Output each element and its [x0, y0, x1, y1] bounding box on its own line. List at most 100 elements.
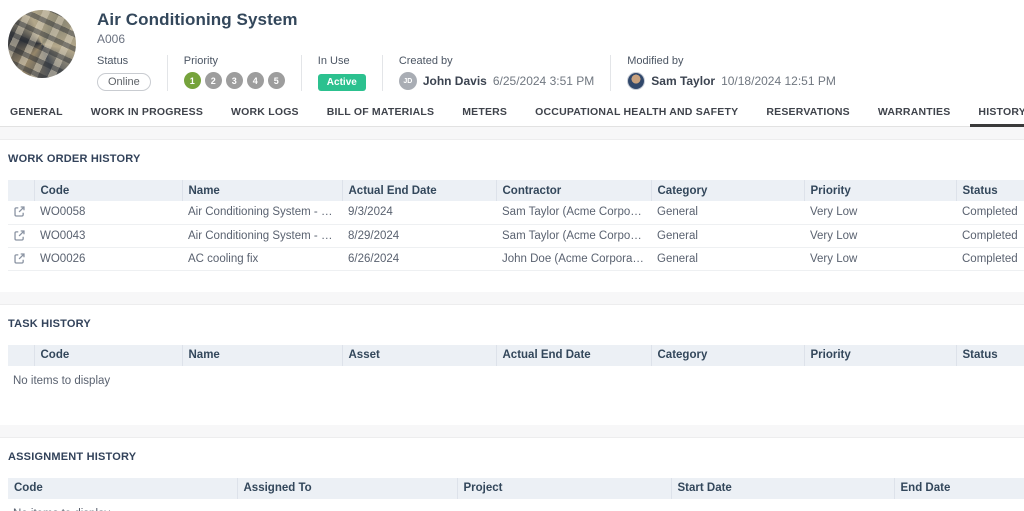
- cell-code: WO0043: [34, 224, 182, 247]
- cell-contractor: Sam Taylor (Acme Corporation): [496, 201, 651, 224]
- column-header-category: Category: [651, 180, 804, 201]
- created-by-datetime: 6/25/2024 3:51 PM: [493, 74, 594, 88]
- open-work-order-icon[interactable]: [13, 252, 27, 266]
- column-header-end-date: End Date: [894, 478, 1024, 499]
- modified-by-datetime: 10/18/2024 12:51 PM: [721, 74, 836, 88]
- column-header-name: Name: [182, 180, 342, 201]
- priority-label: Priority: [184, 55, 285, 67]
- table-row: WO0026 AC cooling fix 6/26/2024 John Doe…: [8, 247, 1024, 270]
- cell-name: Air Conditioning System - Mont...: [182, 201, 342, 224]
- column-header-assigned-to: Assigned To: [237, 478, 457, 499]
- empty-state-text: No items to display: [8, 499, 1024, 511]
- assignment-history-title: ASSIGNMENT HISTORY: [8, 451, 1024, 463]
- cell-actual-end-date: 8/29/2024: [342, 224, 496, 247]
- column-header-contractor: Contractor: [496, 180, 651, 201]
- work-order-history-title: WORK ORDER HISTORY: [8, 153, 1024, 165]
- section-separator: [0, 127, 1024, 140]
- icon-column-header: [8, 180, 34, 201]
- status-label: Status: [97, 55, 151, 67]
- asset-header: Air Conditioning System A006 Status Onli…: [0, 0, 1024, 96]
- open-work-order-icon[interactable]: [13, 229, 27, 243]
- cell-status: Completed: [956, 247, 1024, 270]
- column-header-priority: Priority: [804, 345, 956, 366]
- priority-dot-1[interactable]: 1: [184, 72, 201, 89]
- open-work-order-icon[interactable]: [13, 205, 27, 219]
- cell-status: Completed: [956, 224, 1024, 247]
- assignment-history-table: Code Assigned To Project Start Date End …: [8, 478, 1024, 499]
- icon-column-header: [8, 345, 34, 366]
- asset-info-row: Status Online Priority 1 2 3 4 5 In Use …: [97, 55, 1014, 91]
- priority-scale: 1 2 3 4 5: [184, 72, 285, 89]
- tab-bar: GENERAL WORK IN PROGRESS WORK LOGS BILL …: [0, 97, 1024, 127]
- assignment-history-section: ASSIGNMENT HISTORY Code Assigned To Proj…: [0, 438, 1024, 511]
- created-by-name: John Davis: [423, 74, 487, 88]
- column-header-status: Status: [956, 345, 1024, 366]
- cell-category: General: [651, 247, 804, 270]
- priority-dot-2[interactable]: 2: [205, 72, 222, 89]
- asset-code: A006: [97, 32, 1014, 46]
- tab-bill-of-materials[interactable]: BILL OF MATERIALS: [313, 97, 448, 126]
- cell-priority: Very Low: [804, 224, 956, 247]
- task-history-title: TASK HISTORY: [8, 318, 1024, 330]
- cell-priority: Very Low: [804, 247, 956, 270]
- cell-contractor: Sam Taylor (Acme Corporation): [496, 224, 651, 247]
- page-title: Air Conditioning System: [97, 8, 1014, 30]
- cell-category: General: [651, 201, 804, 224]
- modified-by-group: Modified by Sam Taylor 10/18/2024 12:51 …: [610, 55, 852, 91]
- asset-photo: [8, 10, 76, 78]
- task-history-table: Code Name Asset Actual End Date Category…: [8, 345, 1024, 366]
- created-by-label: Created by: [399, 55, 594, 67]
- column-header-status: Status: [956, 180, 1024, 201]
- cell-name: AC cooling fix: [182, 247, 342, 270]
- status-group: Status Online: [97, 55, 167, 91]
- table-header-row: Code Name Asset Actual End Date Category…: [8, 345, 1024, 366]
- cell-contractor: John Doe (Acme Corporation): [496, 247, 651, 270]
- task-history-section: TASK HISTORY Code Name Asset Actual End …: [0, 305, 1024, 425]
- column-header-actual-end-date: Actual End Date: [342, 180, 496, 201]
- modified-by-avatar: [627, 72, 645, 90]
- in-use-group: In Use Active: [301, 55, 382, 91]
- created-by-group: Created by JD John Davis 6/25/2024 3:51 …: [382, 55, 610, 91]
- column-header-code: Code: [34, 345, 182, 366]
- modified-by-name: Sam Taylor: [651, 74, 715, 88]
- column-header-priority: Priority: [804, 180, 956, 201]
- work-order-history-section: WORK ORDER HISTORY Code Name Actual End …: [0, 140, 1024, 292]
- column-header-name: Name: [182, 345, 342, 366]
- column-header-project: Project: [457, 478, 671, 499]
- table-row: WO0058 Air Conditioning System - Mont...…: [8, 201, 1024, 224]
- tab-work-in-progress[interactable]: WORK IN PROGRESS: [77, 97, 217, 126]
- cell-name: Air Conditioning System - Mont...: [182, 224, 342, 247]
- priority-group: Priority 1 2 3 4 5: [167, 55, 301, 91]
- column-header-code: Code: [34, 180, 182, 201]
- table-header-row: Code Assigned To Project Start Date End …: [8, 478, 1024, 499]
- cell-priority: Very Low: [804, 201, 956, 224]
- work-order-history-table: Code Name Actual End Date Contractor Cat…: [8, 180, 1024, 271]
- modified-by-label: Modified by: [627, 55, 836, 67]
- priority-dot-5[interactable]: 5: [268, 72, 285, 89]
- cell-actual-end-date: 9/3/2024: [342, 201, 496, 224]
- in-use-label: In Use: [318, 55, 366, 67]
- in-use-badge: Active: [318, 74, 366, 91]
- tab-general[interactable]: GENERAL: [10, 97, 77, 126]
- cell-code: WO0026: [34, 247, 182, 270]
- table-header-row: Code Name Actual End Date Contractor Cat…: [8, 180, 1024, 201]
- tab-reservations[interactable]: RESERVATIONS: [752, 97, 864, 126]
- cell-status: Completed: [956, 201, 1024, 224]
- status-badge: Online: [97, 73, 151, 91]
- cell-code: WO0058: [34, 201, 182, 224]
- created-by-avatar: JD: [399, 72, 417, 90]
- column-header-category: Category: [651, 345, 804, 366]
- tab-meters[interactable]: METERS: [448, 97, 521, 126]
- column-header-asset: Asset: [342, 345, 496, 366]
- priority-dot-4[interactable]: 4: [247, 72, 264, 89]
- cell-category: General: [651, 224, 804, 247]
- table-row: WO0043 Air Conditioning System - Mont...…: [8, 224, 1024, 247]
- tab-history[interactable]: HISTORY: [964, 97, 1024, 126]
- tab-occupational-health-and-safety[interactable]: OCCUPATIONAL HEALTH AND SAFETY: [521, 97, 752, 126]
- tab-work-logs[interactable]: WORK LOGS: [217, 97, 313, 126]
- section-separator: [0, 292, 1024, 305]
- tab-warranties[interactable]: WARRANTIES: [864, 97, 965, 126]
- column-header-code: Code: [8, 478, 237, 499]
- column-header-actual-end-date: Actual End Date: [496, 345, 651, 366]
- priority-dot-3[interactable]: 3: [226, 72, 243, 89]
